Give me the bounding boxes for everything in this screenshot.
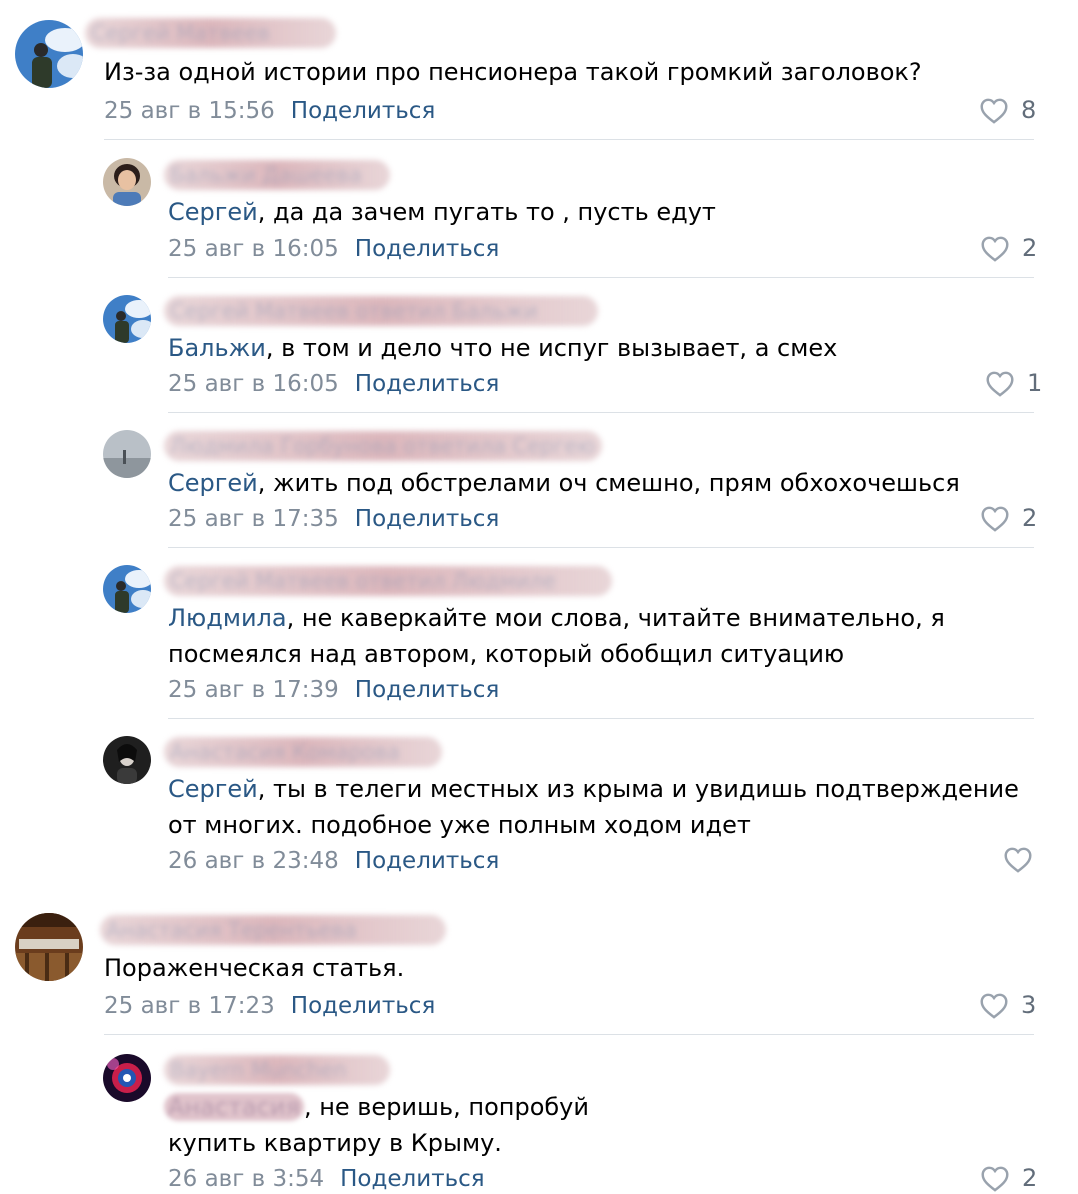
like-count: 8 xyxy=(1021,96,1037,124)
comment-date[interactable]: 25 авг в 17:35 xyxy=(168,506,339,532)
share-button[interactable]: Поделиться xyxy=(291,993,436,1019)
heart-icon xyxy=(981,1166,1009,1192)
author-name[interactable]: Сергей Матвеев xyxy=(85,18,336,48)
comment-body: , в том и дело что не испуг вызывает, а … xyxy=(265,334,838,362)
author-name[interactable]: Сергей Матвеев ответил Бальжи xyxy=(164,296,598,326)
divider xyxy=(104,1034,1034,1035)
author-name[interactable]: Людмила Горбунова ответила Сергею xyxy=(164,431,602,461)
comment-text: Сергей, ты в телеги местных из крыма и у… xyxy=(168,771,1019,807)
like-button[interactable]: 2 xyxy=(980,504,1037,532)
author-name[interactable]: Бальжи Дашеева xyxy=(164,160,390,190)
comment-text: купить квартиру в Крыму. xyxy=(168,1125,502,1161)
comment-meta: 26 авг в 23:48 Поделиться xyxy=(168,846,499,876)
author-name[interactable]: Bayern Munchen xyxy=(164,1055,390,1085)
avatar[interactable] xyxy=(15,20,83,88)
comment-text: посмеялся над автором, который обобщил с… xyxy=(168,636,844,672)
avatar[interactable] xyxy=(103,736,151,784)
comment-date[interactable]: 26 авг в 3:54 xyxy=(168,1166,324,1192)
like-count: 2 xyxy=(1022,234,1038,262)
heart-icon xyxy=(981,236,1009,262)
comment-meta: 25 авг в 16:05 Поделиться xyxy=(168,369,499,399)
divider xyxy=(168,718,1034,719)
like-button[interactable]: 8 xyxy=(979,96,1036,124)
comment-body: от многих. подобное уже полным ходом иде… xyxy=(168,811,751,839)
comment-date[interactable]: 25 авг в 15:56 xyxy=(104,98,275,124)
comment-body: Пораженческая статья. xyxy=(104,954,405,982)
share-button[interactable]: Поделиться xyxy=(340,1166,485,1192)
like-button[interactable]: 3 xyxy=(979,991,1036,1019)
share-button[interactable]: Поделиться xyxy=(355,371,500,397)
comment-date[interactable]: 25 авг в 16:05 xyxy=(168,371,339,397)
like-button[interactable]: 2 xyxy=(980,234,1037,262)
share-button[interactable]: Поделиться xyxy=(291,98,436,124)
avatar[interactable] xyxy=(103,565,151,613)
share-button[interactable]: Поделиться xyxy=(355,506,500,532)
comment-meta: 25 авг в 15:56 Поделиться xyxy=(104,96,435,126)
mention-link[interactable]: Бальжи xyxy=(168,334,266,362)
like-count: 2 xyxy=(1022,504,1038,532)
divider xyxy=(168,277,1034,278)
divider xyxy=(104,139,1034,140)
share-button[interactable]: Поделиться xyxy=(355,677,500,703)
like-button[interactable]: 2 xyxy=(980,1164,1037,1192)
comment-text: от многих. подобное уже полным ходом иде… xyxy=(168,807,751,843)
comment-meta: 25 авг в 17:35 Поделиться xyxy=(168,504,499,534)
comment-date[interactable]: 25 авг в 16:05 xyxy=(168,236,339,262)
comment-body: , не веришь, попробуй xyxy=(303,1093,589,1121)
divider xyxy=(168,412,1034,413)
comment-body: посмеялся над автором, который обобщил с… xyxy=(168,640,845,668)
comment-body: , не каверкайте мои слова, читайте внима… xyxy=(286,604,945,632)
comment-text: Людмила, не каверкайте мои слова, читайт… xyxy=(168,600,945,636)
like-button[interactable] xyxy=(1003,846,1033,873)
share-button[interactable]: Поделиться xyxy=(355,236,500,262)
comment-text: Сергей, да да зачем пугать то , пусть ед… xyxy=(168,194,716,230)
mention-link[interactable]: Анастасия xyxy=(164,1093,304,1121)
comment-text: Сергей, жить под обстрелами оч смешно, п… xyxy=(168,465,960,501)
avatar[interactable] xyxy=(15,913,83,981)
avatar[interactable] xyxy=(103,295,151,343)
comment-meta: 25 авг в 16:05 Поделиться xyxy=(168,234,499,264)
comment-meta: 25 авг в 17:23 Поделиться xyxy=(104,991,435,1021)
avatar[interactable] xyxy=(103,1054,151,1102)
mention-link[interactable]: Сергей xyxy=(168,198,258,226)
heart-icon xyxy=(980,993,1008,1019)
heart-icon xyxy=(1004,847,1032,873)
like-button[interactable]: 1 xyxy=(985,369,1042,397)
comment-text: Анастасия, не веришь, попробуй xyxy=(164,1089,589,1125)
comment-body: купить квартиру в Крыму. xyxy=(168,1129,502,1157)
comment-text: Пораженческая статья. xyxy=(104,950,404,986)
like-count: 1 xyxy=(1027,369,1043,397)
avatar[interactable] xyxy=(103,430,151,478)
divider xyxy=(168,547,1034,548)
mention-link[interactable]: Сергей xyxy=(168,775,258,803)
comment-date[interactable]: 25 авг в 17:23 xyxy=(104,993,275,1019)
like-count: 2 xyxy=(1022,1164,1038,1192)
comment-body: , ты в телеги местных из крыма и увидишь… xyxy=(257,775,1019,803)
like-count: 3 xyxy=(1021,991,1037,1019)
author-name[interactable]: Анастасия Терентьева xyxy=(100,915,446,945)
heart-icon xyxy=(986,371,1014,397)
mention-link[interactable]: Людмила xyxy=(168,604,287,632)
heart-icon xyxy=(980,98,1008,124)
avatar[interactable] xyxy=(103,158,151,206)
heart-icon xyxy=(981,506,1009,532)
comment-date[interactable]: 26 авг в 23:48 xyxy=(168,848,339,874)
comment-meta: 25 авг в 17:39 Поделиться xyxy=(168,675,499,705)
comment-body: , да да зачем пугать то , пусть едут xyxy=(257,198,716,226)
share-button[interactable]: Поделиться xyxy=(355,848,500,874)
comment-meta: 26 авг в 3:54 Поделиться xyxy=(168,1164,485,1194)
author-name[interactable]: Сергей Матвеев ответил Людмиле xyxy=(164,566,612,596)
comment-body: Из-за одной истории про пенсионера такой… xyxy=(104,58,922,86)
comment-text: Бальжи, в том и дело что не испуг вызыва… xyxy=(168,330,837,366)
author-name[interactable]: Анастасия Комарова xyxy=(164,737,442,767)
comment-body: , жить под обстрелами оч смешно, прям об… xyxy=(257,469,960,497)
comment-text: Из-за одной истории про пенсионера такой… xyxy=(104,54,922,90)
comment-date[interactable]: 25 авг в 17:39 xyxy=(168,677,339,703)
mention-link[interactable]: Сергей xyxy=(168,469,258,497)
